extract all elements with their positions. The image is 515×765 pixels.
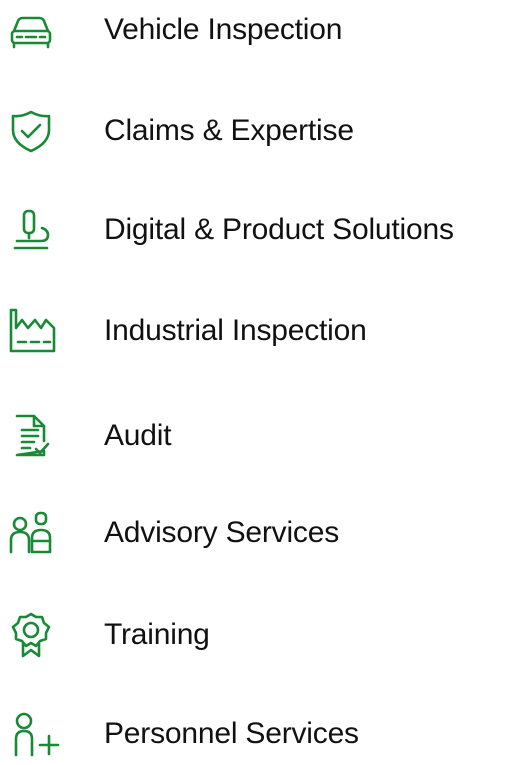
document-check-icon (8, 413, 54, 459)
menu-item-audit[interactable]: Audit (0, 406, 515, 466)
microscope-icon (8, 207, 54, 253)
factory-icon (8, 308, 56, 354)
menu-item-label: Audit (104, 419, 172, 452)
menu-item-label: Industrial Inspection (104, 314, 367, 347)
shield-check-icon (8, 108, 54, 154)
menu-item-label: Digital & Product Solutions (104, 213, 454, 246)
menu-item-industrial-inspection[interactable]: Industrial Inspection (0, 301, 515, 361)
services-menu: Vehicle Inspection Claims & Expertise Di… (0, 0, 515, 765)
menu-item-digital-product-solutions[interactable]: Digital & Product Solutions (0, 200, 515, 260)
menu-item-label: Training (104, 618, 210, 651)
menu-item-claims-expertise[interactable]: Claims & Expertise (0, 101, 515, 161)
person-add-icon (8, 711, 70, 757)
menu-item-label: Advisory Services (104, 516, 340, 549)
car-icon (8, 7, 54, 53)
people-icon (8, 510, 54, 556)
menu-item-label: Claims & Expertise (104, 114, 354, 147)
menu-item-vehicle-inspection[interactable]: Vehicle Inspection (0, 0, 515, 60)
menu-item-personnel-services[interactable]: Personnel Services (0, 704, 515, 764)
menu-item-training[interactable]: Training (0, 605, 515, 665)
menu-item-label: Personnel Services (104, 717, 359, 750)
award-ribbon-icon (8, 612, 54, 658)
menu-item-label: Vehicle Inspection (104, 13, 343, 46)
menu-item-advisory-services[interactable]: Advisory Services (0, 503, 515, 563)
